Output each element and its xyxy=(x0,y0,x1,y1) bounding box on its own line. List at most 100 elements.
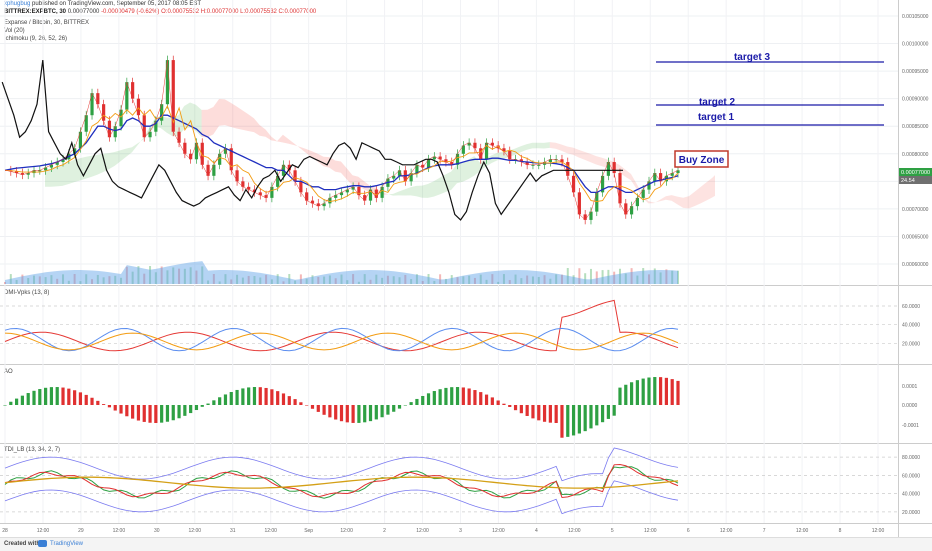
footer-bar: Created with TradingView xyxy=(0,537,932,551)
ao-bar xyxy=(328,405,332,418)
ao-bar xyxy=(194,405,199,411)
ao-bar xyxy=(525,405,529,416)
ao-bar xyxy=(606,405,610,419)
ao-bar xyxy=(160,405,164,423)
ao-bar xyxy=(421,395,425,405)
buy-zone-label: Buy Zone xyxy=(679,155,725,166)
ao-bar xyxy=(653,377,657,405)
time-tick-label: 12:00 xyxy=(264,528,277,534)
ao-bar xyxy=(624,384,628,405)
footer-created: Created with xyxy=(4,541,41,547)
ao-bar xyxy=(548,405,552,423)
volume-ma-area xyxy=(5,261,678,284)
ao-bar xyxy=(55,387,59,405)
ao-bar xyxy=(20,395,25,405)
ao-bar xyxy=(299,402,303,405)
ao-bar xyxy=(345,405,349,423)
ao-bar xyxy=(577,405,581,434)
ao-bar xyxy=(368,405,373,422)
ao-bar xyxy=(241,388,245,405)
ao-bar xyxy=(519,405,523,414)
tdi-signal-line xyxy=(4,463,679,499)
candle-body xyxy=(618,173,622,204)
dmi-tick-label: 20.0000 xyxy=(902,341,920,347)
candle-body xyxy=(571,175,576,193)
tradingview-logo-icon xyxy=(38,540,47,547)
ao-bar xyxy=(363,405,367,423)
price-tick-label: 0.00100000 xyxy=(902,42,929,48)
ao-bar xyxy=(229,391,233,405)
tdi-market-base-line xyxy=(4,476,679,489)
ao-bar xyxy=(235,389,239,405)
candle-body xyxy=(235,170,239,182)
ao-bar xyxy=(339,405,344,422)
ao-bar xyxy=(392,405,396,412)
ao-bar xyxy=(102,404,106,405)
footer-brand[interactable]: TradingView xyxy=(50,541,83,547)
ao-tick-label: 0.0000 xyxy=(902,403,918,409)
ao-bar xyxy=(154,405,158,423)
ao-bar xyxy=(119,405,123,414)
ao-bar xyxy=(618,387,622,405)
time-tick-label: 30 xyxy=(154,528,160,534)
ao-bar xyxy=(612,405,616,416)
ao-bar xyxy=(537,405,541,421)
candle-body xyxy=(566,162,570,176)
time-tick-label: 28 xyxy=(2,528,8,534)
ao-tick-label: -0.0001 xyxy=(902,423,919,429)
trading-chart[interactable]: 60.0000 40.0000 20.0000 0.0001 0.0000 -0.000… xyxy=(0,0,932,537)
candle-body xyxy=(577,192,581,215)
ao-bar xyxy=(583,405,587,432)
chikou-span-line xyxy=(1,60,623,221)
ao-bar xyxy=(571,405,576,436)
tdi-tick-label: 80.0000 xyxy=(902,455,920,461)
ao-bar xyxy=(96,400,100,405)
ao-tick-label: 0.0001 xyxy=(902,384,918,390)
time-tick-label: 3 xyxy=(459,528,462,534)
time-tick-label: 12:00 xyxy=(796,528,809,534)
ao-bar xyxy=(38,389,42,405)
ao-bar xyxy=(409,402,413,405)
ao-bar xyxy=(183,405,187,416)
time-tick-label: 12:00 xyxy=(644,528,657,534)
ao-bar xyxy=(189,405,193,414)
ao-bar xyxy=(600,405,605,423)
price-tick-label: 0.00080000 xyxy=(902,152,929,158)
ao-bar xyxy=(15,398,19,405)
candle-body xyxy=(595,192,599,212)
ao-bar xyxy=(310,405,315,409)
ao-bar xyxy=(270,389,274,405)
ao-bar xyxy=(125,405,129,417)
ao-bar xyxy=(426,393,431,405)
ao-bar xyxy=(658,377,663,405)
ao-bar xyxy=(496,400,500,405)
ao-bar xyxy=(641,378,645,405)
time-tick-label: 12:00 xyxy=(872,528,885,534)
time-tick-label: 5 xyxy=(611,528,614,534)
last-price-tag-text: 0.00077000 xyxy=(901,170,930,176)
ao-bar xyxy=(3,405,7,406)
ao-bar xyxy=(90,397,94,405)
ao-bar xyxy=(322,405,326,415)
ao-bar xyxy=(316,405,320,412)
tdi-tick-label: 40.0000 xyxy=(902,492,920,498)
ao-bar xyxy=(676,380,680,405)
time-tick-label: 12:00 xyxy=(113,528,126,534)
ao-bar xyxy=(502,403,506,405)
ao-bar xyxy=(276,391,280,405)
ao-bar xyxy=(589,405,593,429)
ao-bar xyxy=(44,387,48,405)
ao-bar xyxy=(293,399,297,405)
ao-bar xyxy=(484,394,489,405)
ichimoku-cloud xyxy=(387,142,550,198)
ao-bar xyxy=(508,405,512,407)
time-tick-label: 31 xyxy=(230,528,236,534)
ao-bar xyxy=(212,400,216,405)
ao-bar xyxy=(531,405,535,419)
ao-bar xyxy=(287,396,291,405)
dmi-minus-line xyxy=(4,332,679,351)
ao-bar xyxy=(450,387,454,405)
dmi-tick-label: 60.0000 xyxy=(902,304,920,310)
ao-bar xyxy=(664,377,668,405)
time-tick-label: 8 xyxy=(839,528,842,534)
